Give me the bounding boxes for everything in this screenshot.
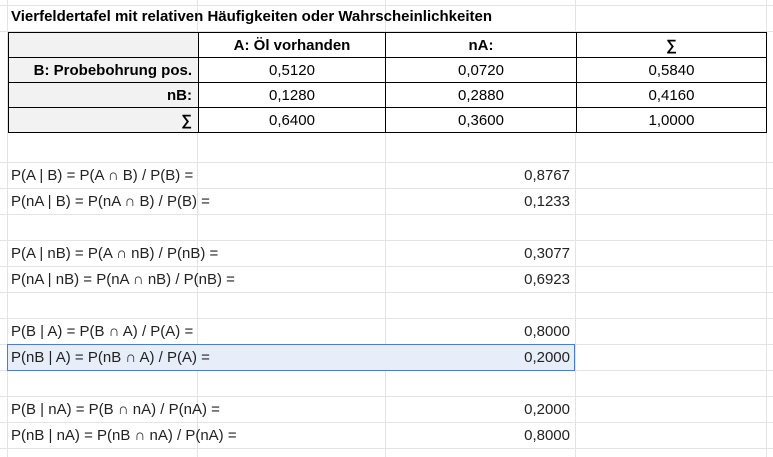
sheet-title: Vierfeldertafel mit relativen Häufigkeit… [11,8,492,25]
table-header-na[interactable]: nA: [385,32,577,58]
calc-value[interactable]: 0,3077 [383,241,573,267]
table-row: B: Probebohrung pos. 0,5120 0,0720 0,584… [8,57,767,83]
table-header-a[interactable]: A: Öl vorhanden [198,32,386,58]
table-cell[interactable]: 0,4160 [576,82,767,108]
table-header-corner[interactable] [8,32,199,58]
table-header-sum[interactable]: ∑ [576,32,767,58]
calc-label[interactable]: P(nB | A) = P(nB ∩ A) / P(A) = [11,345,210,371]
row-label-b[interactable]: B: Probebohrung pos. [8,57,199,83]
calc-value[interactable]: 0,6923 [383,267,573,293]
calc-label[interactable]: P(A | B) = P(A ∩ B) / P(B) = [11,163,193,189]
calc-label[interactable]: P(nB | nA) = P(nB ∩ nA) / P(nA) = [11,423,237,449]
table-row: nB: 0,1280 0,2880 0,4160 [8,82,767,108]
table-cell[interactable]: 1,0000 [576,107,767,133]
table-cell[interactable]: 0,3600 [385,107,577,133]
calc-value[interactable]: 0,2000 [383,397,573,423]
table-header-row: A: Öl vorhanden nA: ∑ [8,32,767,58]
calc-label[interactable]: P(nA | B) = P(nA ∩ B) / P(B) = [11,189,210,215]
calc-value[interactable]: 0,8767 [383,163,573,189]
table-cell[interactable]: 0,5840 [576,57,767,83]
row-label-nb[interactable]: nB: [8,82,199,108]
table-cell[interactable]: 0,6400 [198,107,386,133]
row-label-sum[interactable]: ∑ [8,107,199,133]
calc-value[interactable]: 0,1233 [383,189,573,215]
table-cell[interactable]: 0,0720 [385,57,577,83]
calc-label[interactable]: P(B | A) = P(B ∩ A) / P(A) = [11,319,193,345]
table-row: ∑ 0,6400 0,3600 1,0000 [8,107,767,133]
calc-value[interactable]: 0,8000 [383,319,573,345]
calc-label[interactable]: P(B | nA) = P(B ∩ nA) / P(nA) = [11,397,220,423]
table-cell[interactable]: 0,2880 [385,82,577,108]
calc-value[interactable]: 0,8000 [383,423,573,449]
table-cell[interactable]: 0,5120 [198,57,386,83]
calc-label[interactable]: P(A | nB) = P(A ∩ nB) / P(nB) = [11,241,218,267]
four-field-table: A: Öl vorhanden nA: ∑ B: Probebohrung po… [8,32,767,133]
table-cell[interactable]: 0,1280 [198,82,386,108]
calc-label[interactable]: P(nA | nB) = P(nA ∩ nB) / P(nB) = [11,267,235,293]
calc-value[interactable]: 0,2000 [383,345,573,371]
